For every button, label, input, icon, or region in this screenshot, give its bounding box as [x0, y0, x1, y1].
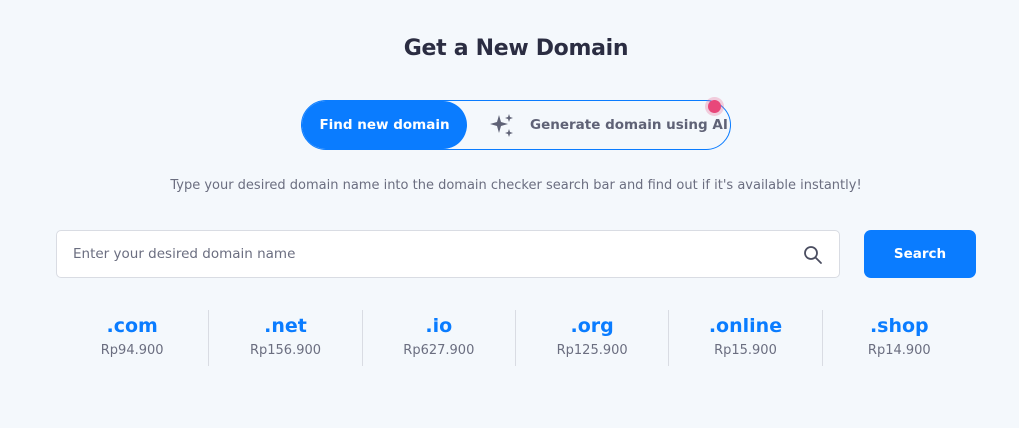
search-icon[interactable] — [803, 245, 823, 265]
tld-item-org[interactable]: .org Rp125.900 — [516, 310, 670, 366]
tld-price: Rp125.900 — [556, 343, 628, 358]
generate-domain-ai-label: Generate domain using AI — [530, 117, 728, 133]
tld-price-list: .com Rp94.900 .net Rp156.900 .io Rp627.9… — [56, 310, 976, 366]
tld-item-io[interactable]: .io Rp627.900 — [363, 310, 516, 366]
tld-item-com[interactable]: .com Rp94.900 — [56, 310, 210, 366]
tld-extension: .online — [708, 315, 783, 337]
tld-price: Rp156.900 — [249, 343, 322, 358]
notification-dot — [708, 100, 721, 113]
search-button-label: Search — [893, 246, 947, 262]
tld-item-net[interactable]: .net Rp156.900 — [209, 310, 363, 366]
find-new-domain-label: Find new domain — [319, 117, 450, 133]
tld-extension: .com — [106, 315, 158, 337]
tld-price: Rp627.900 — [403, 343, 475, 358]
page-title: Get a New Domain — [403, 36, 629, 61]
tld-extension: .org — [570, 315, 614, 337]
tld-extension: .io — [425, 315, 453, 337]
tld-extension: .net — [264, 315, 307, 337]
tld-price: Rp14.900 — [867, 343, 931, 358]
tld-price: Rp94.900 — [100, 343, 164, 358]
find-new-domain-tab[interactable]: Find new domain — [302, 101, 467, 149]
search-button[interactable]: Search — [864, 230, 976, 278]
tld-price: Rp15.900 — [714, 343, 777, 358]
domain-mode-toggle: Find new domain Generate domain using AI — [301, 100, 731, 150]
tld-extension: .shop — [869, 315, 929, 337]
generate-domain-ai-tab[interactable]: Generate domain using AI — [467, 101, 730, 149]
tld-item-online[interactable]: .online Rp15.900 — [669, 310, 823, 366]
sparkles-icon — [490, 114, 513, 137]
domain-search-input[interactable] — [57, 231, 787, 277]
search-description: Type your desired domain name into the d… — [170, 178, 862, 193]
domain-search-box — [56, 230, 840, 278]
tld-item-shop[interactable]: .shop Rp14.900 — [823, 310, 976, 366]
